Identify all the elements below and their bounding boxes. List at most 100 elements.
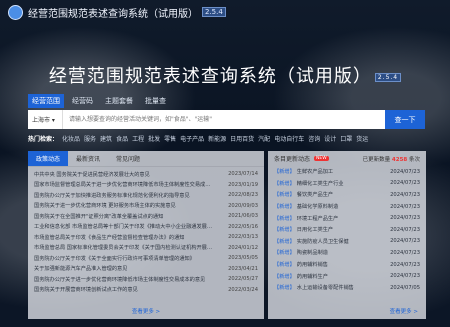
update-row[interactable]: 【新增】 餐饮类产品生产 2024/07/23 [268,189,426,201]
news-row[interactable]: 中共中央 国务院关于促进民营经济发展壮大的意见 2023/07/14 [28,169,264,180]
tab-business-code[interactable]: 经营码 [68,94,97,108]
hot-keyword[interactable]: 日用百货 [230,134,254,143]
search-mode-tabs: 经营范围 经营码 主题套餐 批量查 [28,94,170,108]
news-title: 国务院办公厅关于加快推进政务服务标准化规范化便利化的指导意见 [34,192,190,199]
news-row[interactable]: 国务院关于在全国推开"证照分离"改革全覆盖试点的通知 2021/06/03 [28,211,264,222]
news-date: 2022/08/23 [228,192,258,199]
news-list: 中共中央 国务院关于促进民营经济发展壮大的意见 2023/07/14 国家市场监督… [28,167,264,297]
hot-keyword[interactable]: 食品 [116,134,128,143]
hot-keyword[interactable]: 设计 [324,134,336,143]
update-title: 水上运输设备零配件销售 [296,285,354,292]
news-date: 2023/05/05 [228,255,258,262]
news-date: 2023/04/21 [228,265,258,272]
news-tabs: 政策动态 最新资讯 常见问题 [28,151,264,167]
updates-panel: 条目更新动态 NEW 已更新数量 4258 条次 【新增】 生鲜农产品加工 2024… [268,151,426,319]
news-title: 国务院办公厅关于进一步优化营商环境降低市场主体制度性交易成本的意见 [34,276,206,283]
update-row[interactable]: 【新增】 陶瓷制品制造 2024/07/23 [268,247,426,259]
new-badge: NEW [314,156,329,161]
news-title: 国务院关于在全国推开"证照分离"改革全覆盖试点的通知 [34,213,164,220]
hot-keyword[interactable]: 口罩 [340,134,352,143]
hot-keyword[interactable]: 批发 [148,134,160,143]
hot-keyword[interactable]: 电子产品 [180,134,204,143]
hot-keyword[interactable]: 汽配 [258,134,270,143]
update-date: 2024/07/23 [390,226,420,233]
tab-policy[interactable]: 政策动态 [28,151,69,166]
news-row[interactable]: 国务院办公厅关于进一步优化营商环境降低市场主体制度性交易成本的意见 2022/05… [28,274,264,285]
news-row[interactable]: 国务院办公厅关于加快推进政务服务标准化规范化便利化的指导意见 2022/08/23 [28,190,264,201]
tab-theme-package[interactable]: 主题套餐 [101,94,137,108]
search-input[interactable] [63,115,385,124]
update-row[interactable]: 【新增】 药用辅料生产 2024/07/23 [268,270,426,282]
news-row[interactable]: 国务院关于进一步优化营商环境 更好服务市场主体的实施意见 2020/09/03 [28,201,264,212]
tab-batch-query[interactable]: 批量查 [141,94,170,108]
news-date: 2020/09/03 [228,202,258,209]
update-tag: 【新增】 [274,273,295,280]
hot-keyword[interactable]: 电动自行车 [274,134,304,143]
news-title: 国家市场监督管理总局关于进一步优化营商环境降低市场主体制度性交易成本的意见 [34,182,214,189]
update-title: 陶瓷制品制造 [296,250,328,257]
update-row[interactable]: 【新增】 环境工程产品生产 2024/07/23 [268,212,426,224]
update-date: 2024/07/23 [390,215,420,222]
update-title: 基础化学原料制造 [296,204,339,211]
news-row[interactable]: 国务院办公厅关于印发《关于全面实行行政许可事项清单管理的通知》 2023/05/0… [28,253,264,264]
news-date: 2023/07/14 [228,171,258,178]
news-row[interactable]: 国家市场监督管理总局关于进一步优化营商环境降低市场主体制度性交易成本的意见 202… [28,180,264,191]
news-row[interactable]: 国务院关于开展营商环境创新试点工作的意见 2022/03/24 [28,285,264,296]
update-row[interactable]: 【新增】 基础化学原料制造 2024/07/23 [268,201,426,213]
update-title: 生鲜农产品加工 [296,169,334,176]
search-button[interactable]: 查一下 [385,110,425,129]
news-more-link[interactable]: 查看更多 > [28,307,264,315]
region-select[interactable]: 上海市 ▾ [28,110,63,129]
update-date: 2024/07/23 [390,249,420,256]
news-row[interactable]: 关于加强新能源汽车产品准入管理的意见 2023/04/21 [28,264,264,275]
hot-keyword[interactable]: 化妆品 [62,134,80,143]
hot-keyword[interactable]: 建筑 [100,134,112,143]
hot-keyword[interactable]: 货运 [356,134,368,143]
hot-keywords-label: 热门检索： [28,136,59,143]
top-bar: 经营范围规范表述查询系统（试用版） 2.5.4 [0,0,450,24]
hot-keyword[interactable]: 咨询 [308,134,320,143]
hot-keyword[interactable]: 工程 [132,134,144,143]
news-title: 关于加强新能源汽车产品准入管理的意见 [34,266,128,273]
update-tag: 【新增】 [274,192,295,199]
news-title: 市场监管总局关于印发《食品生产经营监督检查管理办法》的通知 [34,234,185,241]
update-count: 已更新数量 4258 条次 [363,155,420,163]
hot-keyword[interactable]: 零售 [164,134,176,143]
news-title: 工业和信息化部 市场监管总局等十部门关于印发《推动大中小企业融通发展三年行动计划… [34,224,214,231]
update-row[interactable]: 【新增】 水上运输设备零配件销售 2024/07/05 [268,282,426,294]
update-title: 实施防疫人员卫生保健 [296,238,349,245]
news-title: 国务院关于开展营商环境创新试点工作的意见 [34,287,138,294]
updates-more-link[interactable]: 查看更多 > [390,307,418,315]
tab-business-scope[interactable]: 经营范围 [28,94,64,108]
logo-icon [8,4,23,20]
hot-keyword[interactable]: 服务 [84,134,96,143]
news-panel: 政策动态 最新资讯 常见问题 中共中央 国务院关于促进民营经济发展壮大的意见 20… [28,151,264,319]
update-date: 2024/07/23 [390,180,420,187]
update-tag: 【新增】 [274,238,295,245]
news-row[interactable]: 市场监管总局 国家标准化管理委员会关于印发《关于国内检测认证机构开展合格评定》的… [28,243,264,254]
update-count-prefix: 已更新数量 [362,156,391,163]
update-row[interactable]: 【新增】 精细化工类生产行业 2024/07/23 [268,178,426,190]
news-date: 2024/01/12 [228,244,258,251]
update-title: 药用辅料生产 [296,273,328,280]
update-row[interactable]: 【新增】 实施防疫人员卫生保健 2024/07/23 [268,236,426,248]
hot-keyword[interactable]: 新能源 [208,134,226,143]
hero-title-text: 经营范围规范表述查询系统（试用版） [48,66,372,87]
update-tag: 【新增】 [274,285,295,292]
tab-latest-news[interactable]: 最新资讯 [68,151,108,166]
update-tag: 【新增】 [274,204,295,211]
news-row[interactable]: 工业和信息化部 市场监管总局等十部门关于印发《推动大中小企业融通发展三年行动计划… [28,222,264,233]
update-tag: 【新增】 [274,262,295,269]
news-title: 国务院关于进一步优化营商环境 更好服务市场主体的实施意见 [34,203,176,210]
site-name: 经营范围规范表述查询系统（试用版） [28,8,198,20]
news-date: 2022/03/24 [228,286,258,293]
update-title: 精细化工类生产行业 [296,180,344,187]
update-row[interactable]: 【新增】 生鲜农产品加工 2024/07/23 [268,166,426,178]
tab-faq[interactable]: 常见问题 [108,151,148,166]
update-row[interactable]: 【新增】 药用辅料销售 2024/07/23 [268,259,426,271]
hot-keywords: 热门检索： 化妆品 服务 建筑 食品 工程 批发 零售 电子产品 新能源 日用百… [28,134,428,143]
update-row[interactable]: 【新增】 日用化工类生产 2024/07/23 [268,224,426,236]
news-row[interactable]: 市场监管总局关于印发《食品生产经营监督检查管理办法》的通知 2022/03/13 [28,232,264,243]
news-title: 市场监管总局 国家标准化管理委员会关于印发《关于国内检测认证机构开展合格评定》的… [34,245,214,252]
update-tag: 【新增】 [274,215,295,222]
